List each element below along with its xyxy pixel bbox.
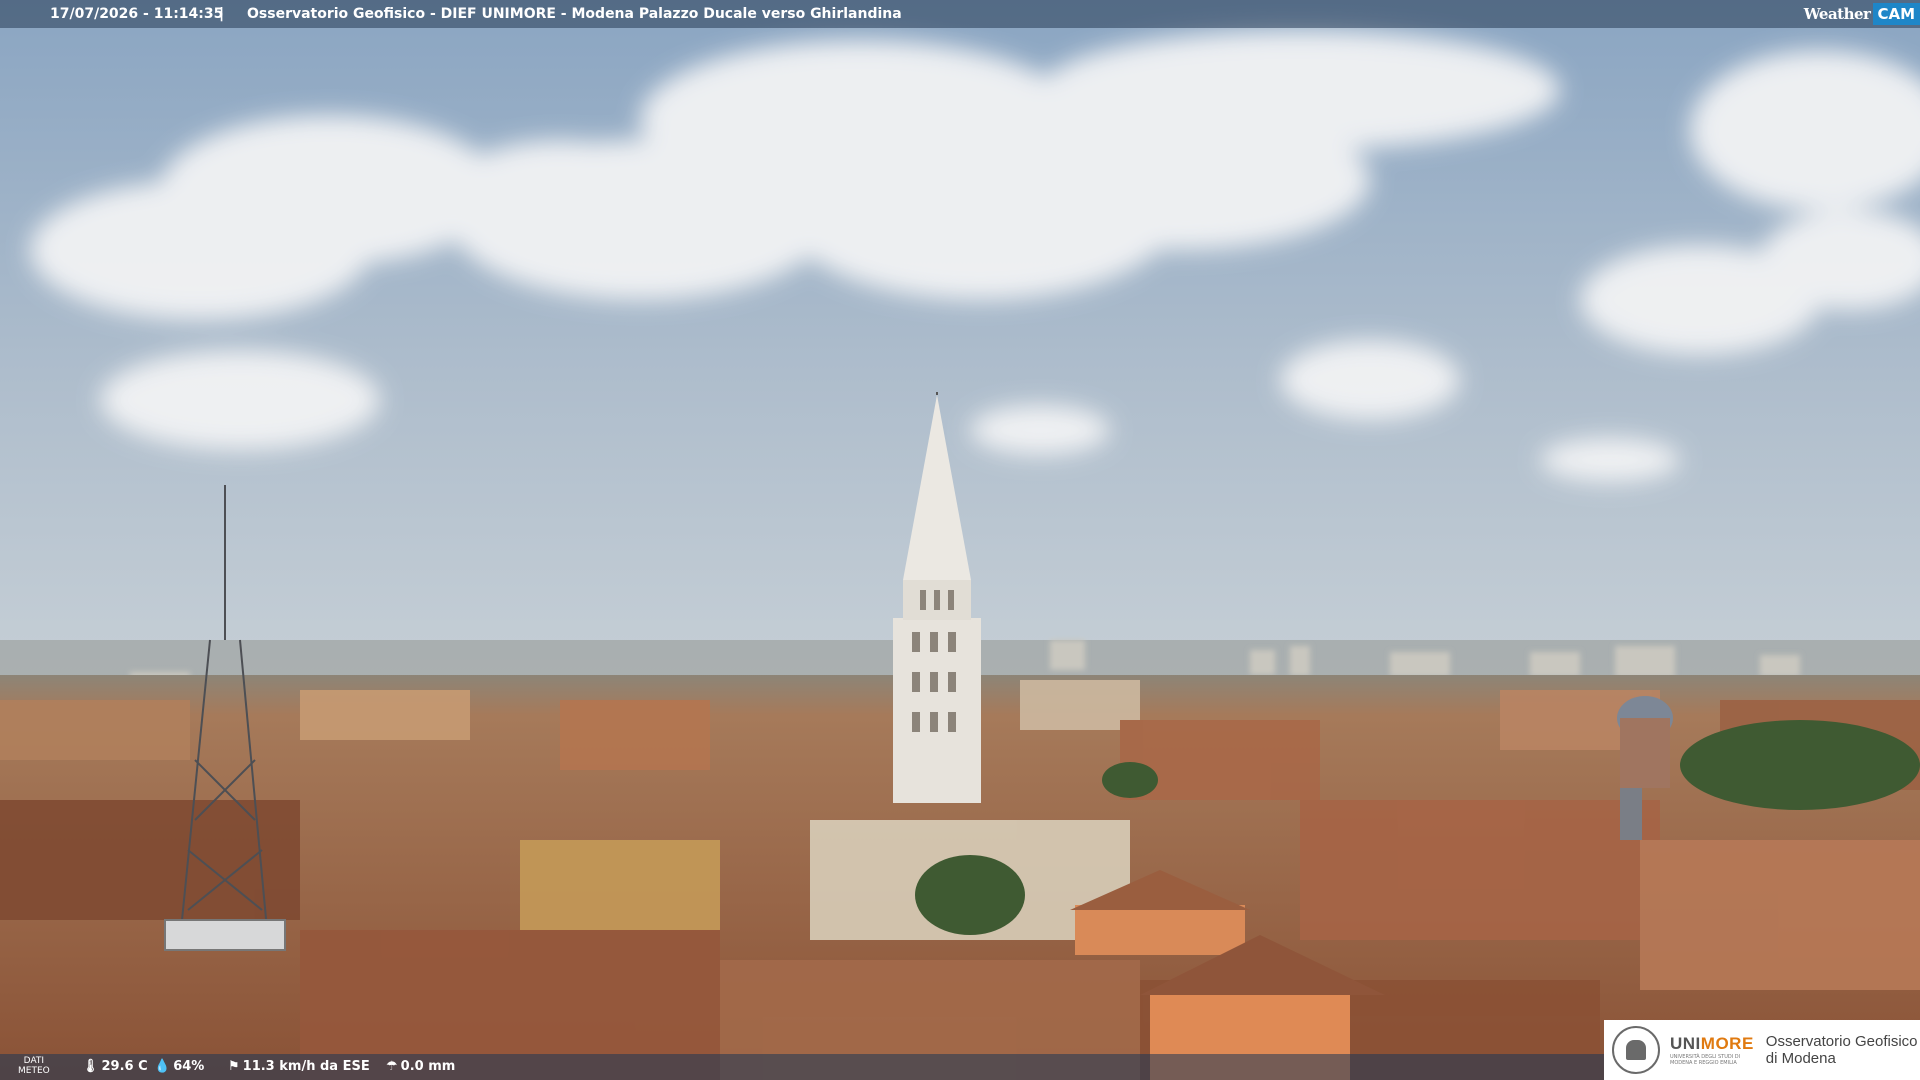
timestamp: 17/07/2026 - 11:14:35 bbox=[50, 6, 224, 22]
camera-caption-bar: 17/07/2026 - 11:14:35 | Osservatorio Geo… bbox=[0, 0, 1920, 28]
meteo-strip: DATI METEO 🌡 29.6 C 💧 64% ⚑ 11.3 km/h da… bbox=[0, 1054, 1610, 1080]
university-seal-icon bbox=[1612, 1026, 1660, 1074]
unimore-wordmark: UNIMORE UNIVERSITÀ DEGLI STUDI DI MODENA… bbox=[1670, 1034, 1754, 1066]
meteo-label: DATI METEO bbox=[18, 1056, 50, 1076]
observatory-name: Osservatorio Geofisico di Modena bbox=[1765, 1033, 1918, 1067]
humidity-icon: 💧 bbox=[154, 1059, 171, 1074]
rain-icon: ☂ bbox=[386, 1059, 398, 1074]
unimore-logo-panel: UNIMORE UNIVERSITÀ DEGLI STUDI DI MODENA… bbox=[1604, 1020, 1920, 1080]
camera-caption: Osservatorio Geofisico - DIEF UNIMORE - … bbox=[247, 6, 902, 22]
brand-word: Weather bbox=[1803, 5, 1871, 23]
weathercam-logo: Weather CAM bbox=[1804, 1, 1920, 27]
wind-reading: ⚑ 11.3 km/h da ESE bbox=[228, 1059, 370, 1074]
wind-icon: ⚑ bbox=[228, 1059, 240, 1074]
temperature-reading: 🌡 29.6 C bbox=[82, 1059, 148, 1074]
rain-reading: ☂ 0.0 mm bbox=[386, 1059, 456, 1074]
webcam-scene bbox=[0, 0, 1920, 1080]
brand-badge: CAM bbox=[1873, 3, 1920, 25]
caption-separator: | bbox=[219, 6, 225, 22]
thermometer-icon: 🌡 bbox=[82, 1059, 99, 1074]
humidity-reading: 💧 64% bbox=[154, 1059, 205, 1074]
